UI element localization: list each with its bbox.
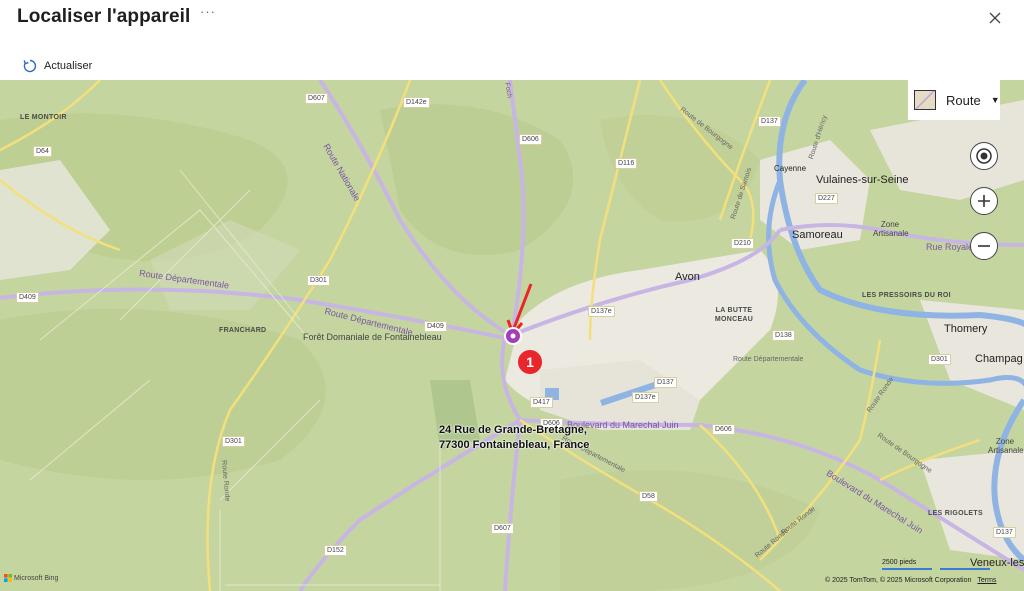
refresh-button[interactable]: Actualiser: [22, 56, 92, 76]
header: Localiser l'appareil ··· Actualiser: [0, 0, 1024, 80]
road-shield: D301: [307, 275, 330, 286]
map-style-thumbnail-icon: [914, 90, 936, 110]
road-label: Route Départementale: [733, 356, 804, 363]
refresh-icon: [23, 59, 37, 73]
scale-label: 2500 pieds: [882, 559, 917, 566]
map-graphics: [0, 80, 1024, 591]
road-shield: D301: [928, 354, 951, 365]
town-label: Avon: [675, 271, 700, 283]
scale-bar: [882, 568, 932, 570]
road-shield: D227: [815, 193, 838, 204]
road-shield: D137e: [588, 306, 615, 317]
attribution-text: Microsoft Bing: [14, 574, 59, 582]
zoom-in-button[interactable]: [970, 187, 998, 215]
terms-link[interactable]: Terms: [977, 577, 996, 584]
road-shield: D64: [33, 146, 52, 157]
pushpin-address: 24 Rue de Grande-Bretagne, 77300 Fontain…: [439, 423, 589, 453]
road-shield: D409: [16, 292, 39, 303]
microsoft-logo-icon: [4, 574, 12, 582]
locate-me-button[interactable]: [970, 142, 998, 170]
town-label: Champag: [975, 353, 1023, 365]
town-label: Cayenne: [774, 164, 807, 173]
callout-badge: 1: [518, 350, 542, 374]
road-shield: D152: [324, 545, 347, 556]
road-shield: D606: [712, 424, 735, 435]
road-shield: D137: [993, 527, 1016, 538]
area-label: FRANCHARD: [219, 327, 267, 334]
zoom-out-icon: [978, 245, 990, 247]
town-label: Thomery: [944, 323, 988, 335]
area-label: LA BUTTE MONCEAU: [714, 307, 754, 323]
road-shield: D142e: [403, 97, 430, 108]
zoom-in-icon: [978, 195, 990, 207]
area-label: LES PRESSOIRS DU ROI: [862, 292, 951, 299]
road-shield: D607: [305, 93, 328, 104]
address-line: 77300 Fontainebleau, France: [439, 439, 590, 451]
close-icon: [989, 12, 1001, 24]
map-copyright: © 2025 TomTom, © 2025 Microsoft Corporat…: [825, 577, 996, 584]
address-line: 24 Rue de Grande-Bretagne,: [439, 424, 587, 436]
refresh-label: Actualiser: [44, 60, 93, 72]
road-shield: D607: [491, 523, 514, 534]
road-shield: D137: [758, 116, 781, 127]
scale-bar: [940, 568, 990, 570]
town-label: Samoreau: [792, 229, 843, 241]
area-label: Zone Artisanale: [988, 437, 1024, 455]
road-shield: D210: [731, 238, 754, 249]
forest-label: Forêt Domaniale de Fontainebleau: [303, 332, 442, 342]
zoom-out-button[interactable]: [970, 232, 998, 260]
map-canvas[interactable]: Avon Vulaines-sur-Seine Samoreau Thomery…: [0, 80, 1024, 591]
more-options-button[interactable]: ···: [200, 4, 216, 19]
area-label: Zone Artisanale: [873, 220, 909, 238]
road-shield: D409: [424, 321, 447, 332]
road-shield: D301: [222, 436, 245, 447]
area-label: LE MONTOIR: [20, 114, 67, 121]
locate-icon: [976, 148, 992, 164]
copyright-text: © 2025 TomTom, © 2025 Microsoft Corporat…: [825, 577, 972, 584]
road-shield: D58: [639, 491, 658, 502]
town-label: Vulaines-sur-Seine: [816, 174, 909, 186]
close-button[interactable]: [985, 8, 1005, 28]
road-label: Rue Royale: [926, 242, 974, 252]
map-style-dropdown[interactable]: Route ▼: [908, 80, 1000, 120]
bing-attribution: Microsoft Bing: [4, 574, 58, 582]
road-shield: D137: [654, 377, 677, 388]
road-shield: D417: [530, 397, 553, 408]
road-shield: D137e: [632, 392, 659, 403]
chevron-down-icon: ▼: [990, 95, 1000, 105]
area-label: LES RIGOLETS: [928, 510, 983, 517]
road-shield: D138: [772, 330, 795, 341]
road-shield: D116: [615, 158, 638, 169]
page-title: Localiser l'appareil: [17, 6, 191, 27]
map-style-label: Route: [946, 92, 981, 108]
road-shield: D606: [519, 134, 542, 145]
